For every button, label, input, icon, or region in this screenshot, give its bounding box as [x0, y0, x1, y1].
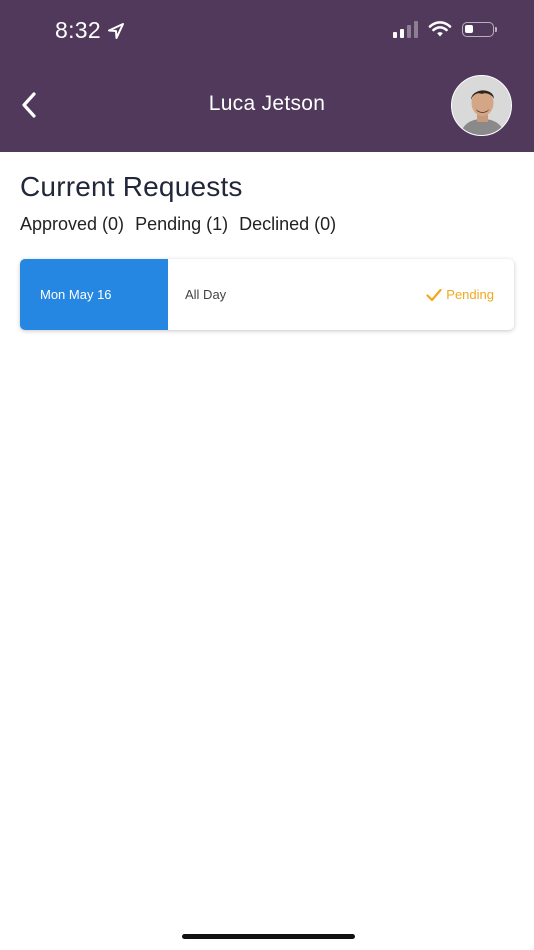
request-duration: All Day	[185, 287, 227, 302]
filter-pending[interactable]: Pending (1)	[135, 214, 228, 235]
request-status-label: Pending	[446, 287, 494, 302]
status-bar-indicators	[393, 20, 497, 38]
header-bar: 8:32 Luca Jetson	[0, 0, 534, 152]
home-indicator[interactable]	[182, 934, 355, 939]
filter-declined[interactable]: Declined (0)	[239, 214, 336, 235]
request-date: Mon May 16	[20, 259, 168, 330]
wifi-icon	[428, 21, 452, 37]
page-title: Current Requests	[20, 171, 243, 202]
profile-photo-icon	[452, 76, 511, 135]
requests-section: Current Requests Approved (0) Pending (1…	[20, 170, 514, 235]
request-filter-tabs: Approved (0) Pending (1) Declined (0)	[20, 214, 514, 235]
checkmark-icon	[426, 288, 442, 301]
status-bar-time: 8:32	[55, 17, 125, 44]
status-time-text: 8:32	[55, 17, 101, 43]
avatar[interactable]	[451, 75, 512, 136]
battery-icon	[462, 21, 497, 37]
app-screen: 8:32 Luca Jetson Current Requests Approv…	[0, 0, 534, 950]
filter-approved[interactable]: Approved (0)	[20, 214, 124, 235]
request-status: Pending	[426, 259, 514, 330]
cellular-signal-icon	[393, 20, 418, 38]
request-card[interactable]: Mon May 16 All Day Pending	[20, 259, 514, 330]
location-arrow-icon	[107, 22, 124, 39]
